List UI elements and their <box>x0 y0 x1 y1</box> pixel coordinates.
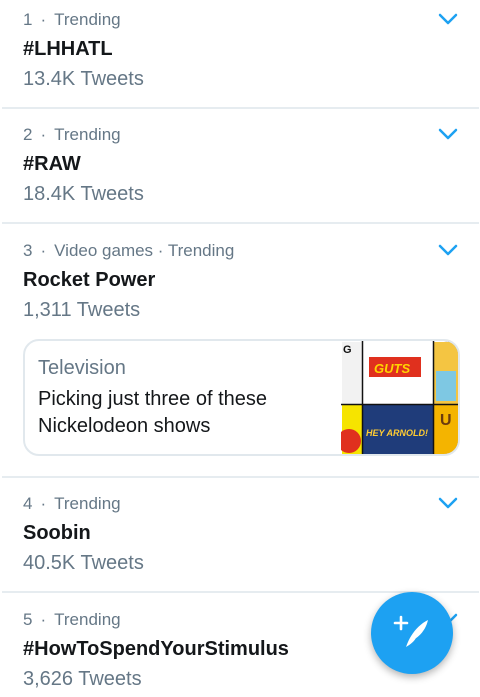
card-headline: Picking just three of these Nickelodeon … <box>38 388 268 437</box>
chevron-down-icon[interactable] <box>437 242 459 258</box>
card-thumbnail-image: G GUTS HEY ARNOLD! U <box>341 341 458 454</box>
card-category: Television <box>38 357 126 379</box>
thumb-text-guts: GUTS <box>374 361 410 376</box>
moment-card[interactable]: Television Picking just three of these N… <box>23 339 460 456</box>
thumb-text-hey-arnold: HEY ARNOLD! <box>366 428 428 438</box>
trend-meta: 4 · Trending <box>23 494 121 514</box>
trend-category: Video games · Trending <box>54 241 235 260</box>
meta-separator: · <box>40 241 47 260</box>
trend-meta: 5 · Trending <box>23 610 121 630</box>
svg-text:G: G <box>343 344 352 356</box>
meta-separator: · <box>40 610 47 629</box>
trend-tweet-count: 40.5K Tweets <box>23 552 144 574</box>
trend-item[interactable]: 3 · Video games · Trending Rocket Power 1,… <box>0 0 480 476</box>
compose-tweet-icon <box>393 615 428 647</box>
trend-title: Rocket Power <box>23 269 156 291</box>
chevron-down-icon[interactable] <box>437 495 459 511</box>
trend-item[interactable]: 4 · Trending Soobin 40.5K Tweets <box>0 478 480 591</box>
trend-category: Trending <box>54 494 121 513</box>
svg-text:U: U <box>440 412 452 429</box>
trend-tweet-count: 3,626 Tweets <box>23 668 142 690</box>
trend-tweet-count: 1,311 Tweets <box>23 299 141 321</box>
trend-title: Soobin <box>23 522 91 544</box>
trend-title: #HowToSpendYourStimulus <box>23 638 289 660</box>
meta-separator: · <box>40 494 47 513</box>
trend-meta: 3 · Video games · Trending <box>23 241 234 261</box>
trend-category: Trending <box>54 610 121 629</box>
compose-tweet-button[interactable] <box>371 592 453 674</box>
